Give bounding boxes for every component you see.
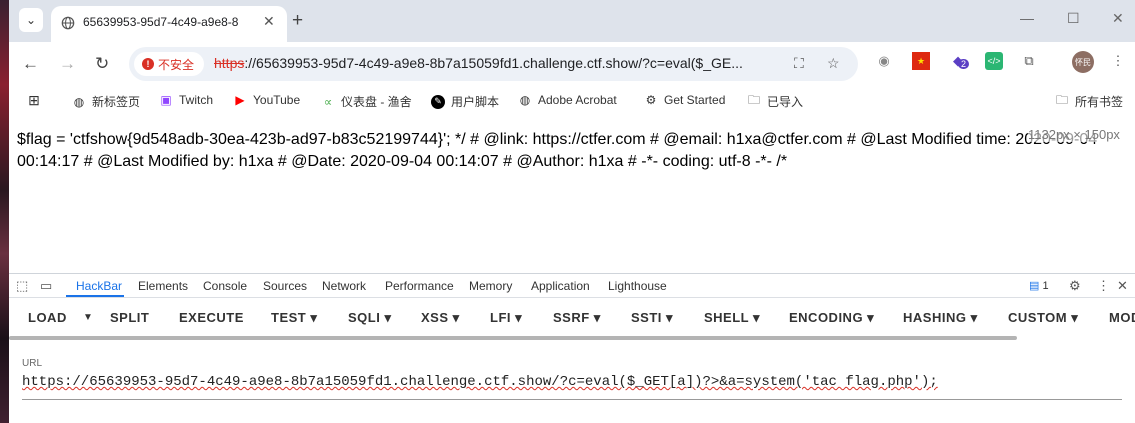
extension-badge-icon[interactable]: ◆2 xyxy=(949,52,970,70)
ssrf-menu[interactable]: SSRF ▾ xyxy=(553,310,601,326)
apps-icon[interactable]: ⊞ xyxy=(27,92,41,108)
bookmark-star-icon[interactable]: ☆ xyxy=(827,55,840,72)
lfi-menu[interactable]: LFI ▾ xyxy=(490,310,522,326)
viewport-size-badge: 1132px × 150px xyxy=(1028,127,1120,142)
bookmark-item[interactable]: ✎ 用户脚本 xyxy=(431,93,499,110)
gear-icon[interactable]: ⚙ xyxy=(1069,278,1081,294)
bookmark-item[interactable]: ▶ YouTube xyxy=(233,93,300,107)
tab-strip: ⌄ 65639953-95d7-4c49-a9e8-8 ✕ + — ☐ ✕ xyxy=(9,0,1135,42)
tab-application[interactable]: Application xyxy=(531,279,590,293)
menu-icon[interactable]: ⋮ xyxy=(1109,52,1127,70)
china-flag-icon[interactable]: ★ xyxy=(912,52,930,70)
active-tab-indicator xyxy=(66,295,124,297)
robot-icon: ⚙ xyxy=(645,93,657,107)
url-scheme: https xyxy=(214,55,245,71)
browser-window: ⌄ 65639953-95d7-4c49-a9e8-8 ✕ + — ☐ ✕ ← … xyxy=(0,0,1135,423)
address-bar[interactable]: ! 不安全 https://65639953-95d7-4c49-a9e8-8b… xyxy=(129,47,858,81)
mod-menu[interactable]: MOD xyxy=(1109,310,1135,325)
ssti-menu[interactable]: SSTI ▾ xyxy=(631,310,673,326)
desktop-wallpaper xyxy=(0,0,9,423)
horizontal-scrollbar[interactable] xyxy=(9,336,1017,340)
inspect-icon[interactable]: ⬚ xyxy=(16,278,28,294)
tab-memory[interactable]: Memory xyxy=(469,279,512,293)
more-options-icon[interactable]: ⋮ xyxy=(1097,278,1110,294)
issues-count: 1 xyxy=(1042,280,1049,292)
tab-sources[interactable]: Sources xyxy=(263,279,307,293)
split-button[interactable]: SPLIT xyxy=(110,310,149,325)
test-menu[interactable]: TEST ▾ xyxy=(271,310,317,326)
bookmark-item[interactable]: ◍ 新标签页 xyxy=(72,93,140,110)
tab-title: 65639953-95d7-4c49-a9e8-8 xyxy=(83,15,239,29)
forward-icon[interactable]: → xyxy=(59,54,76,74)
new-tab-button[interactable]: + xyxy=(292,10,303,32)
url-text[interactable]: https://65639953-95d7-4c49-a9e8-8b7a1505… xyxy=(214,55,794,71)
tab-console[interactable]: Console xyxy=(203,279,247,293)
devtools-panel: ⬚ ▭ HackBar Elements Console Sources Net… xyxy=(9,273,1135,423)
extension-circle-icon[interactable]: ◉ xyxy=(875,52,893,70)
reload-icon[interactable]: ↻ xyxy=(95,54,109,74)
url-rest: ://65639953-95d7-4c49-a9e8-8b7a15059fd1.… xyxy=(244,55,743,71)
bookmark-item[interactable]: ◍ Adobe Acrobat xyxy=(518,93,617,107)
translate-icon[interactable]: ⛶ xyxy=(794,55,804,72)
tab-search-button[interactable]: ⌄ xyxy=(19,8,43,32)
tab-network[interactable]: Network xyxy=(322,279,366,293)
execute-button[interactable]: EXECUTE xyxy=(179,310,244,325)
url-field[interactable]: https://65639953-95d7-4c49-a9e8-8b7a1505… xyxy=(22,374,1122,400)
chevron-down-icon: ⌄ xyxy=(25,13,37,27)
insecure-label: 不安全 xyxy=(158,57,195,72)
back-icon[interactable]: ← xyxy=(22,54,39,74)
tab-hackbar[interactable]: HackBar xyxy=(76,279,122,293)
page-output-text: $flag = 'ctfshow{9d548adb-30ea-423b-ad97… xyxy=(17,131,1098,170)
page-content: $flag = 'ctfshow{9d548adb-30ea-423b-ad97… xyxy=(9,116,1135,273)
script-icon: ✎ xyxy=(431,94,445,109)
twitch-icon: ▣ xyxy=(160,93,172,107)
bookmarks-bar: ⊞ ◍ 新标签页 ▣ Twitch ▶ YouTube ∝ 仪表盘 - 渔舍 ✎ 用户脚本… xyxy=(9,88,1135,116)
globe-icon: ◍ xyxy=(519,93,531,107)
globe-icon xyxy=(61,16,75,30)
window-close-icon[interactable]: ✕ xyxy=(1112,10,1124,27)
sqli-menu[interactable]: SQLI ▾ xyxy=(348,310,391,326)
devtools-tabbar: ⬚ ▭ HackBar Elements Console Sources Net… xyxy=(9,274,1135,298)
issues-icon[interactable]: ▤ 1 xyxy=(1029,279,1049,292)
fish-icon: ∝ xyxy=(323,94,333,109)
active-tab[interactable]: 65639953-95d7-4c49-a9e8-8 ✕ xyxy=(51,6,287,42)
folder-icon: 🗀 xyxy=(747,93,760,107)
code-extension-icon[interactable]: </> xyxy=(985,52,1003,70)
minimize-icon[interactable]: — xyxy=(1020,10,1034,26)
folder-icon: 🗀 xyxy=(1055,93,1068,107)
encoding-menu[interactable]: ENCODING ▾ xyxy=(789,310,874,326)
bookmark-item[interactable]: ⚙ Get Started xyxy=(644,93,726,107)
url-field-label: URL xyxy=(22,358,43,369)
hashing-menu[interactable]: HASHING ▾ xyxy=(903,310,978,326)
youtube-icon: ▶ xyxy=(235,93,245,107)
browser-toolbar: ← → ↻ ! 不安全 https://65639953-95d7-4c49-a… xyxy=(9,42,1135,88)
tab-elements[interactable]: Elements xyxy=(138,279,188,293)
puzzle-icon[interactable]: ⧉ xyxy=(1020,52,1038,70)
device-toolbar-icon[interactable]: ▭ xyxy=(40,278,52,294)
hackbar-toolbar: LOAD ▼ SPLIT EXECUTE TEST ▾ SQLI ▾ XSS ▾… xyxy=(9,304,1135,332)
custom-menu[interactable]: CUSTOM ▾ xyxy=(1008,310,1078,326)
tab-lighthouse[interactable]: Lighthouse xyxy=(608,279,667,293)
shell-menu[interactable]: SHELL ▾ xyxy=(704,310,760,326)
load-button[interactable]: LOAD xyxy=(28,310,67,325)
close-icon[interactable]: ✕ xyxy=(263,13,275,30)
tab-performance[interactable]: Performance xyxy=(385,279,454,293)
security-badge[interactable]: ! 不安全 xyxy=(134,52,204,76)
bookmark-folder[interactable]: 🗀 已导入 xyxy=(747,93,803,110)
bookmark-item[interactable]: ▣ Twitch xyxy=(159,93,213,107)
maximize-icon[interactable]: ☐ xyxy=(1067,10,1080,27)
bookmark-item[interactable]: ∝ 仪表盘 - 渔舍 xyxy=(321,93,412,110)
xss-menu[interactable]: XSS ▾ xyxy=(421,310,460,326)
all-bookmarks-folder[interactable]: 🗀 所有书签 xyxy=(1055,93,1123,110)
url-field-value: https://65639953-95d7-4c49-a9e8-8b7a1505… xyxy=(22,374,938,390)
extension-badge-count: 2 xyxy=(958,59,970,69)
load-dropdown-icon[interactable]: ▼ xyxy=(83,312,93,323)
warning-icon: ! xyxy=(142,58,154,70)
avatar[interactable]: 怀民 xyxy=(1072,51,1094,73)
close-icon[interactable]: ✕ xyxy=(1117,278,1128,294)
globe-icon: ◍ xyxy=(73,94,85,109)
